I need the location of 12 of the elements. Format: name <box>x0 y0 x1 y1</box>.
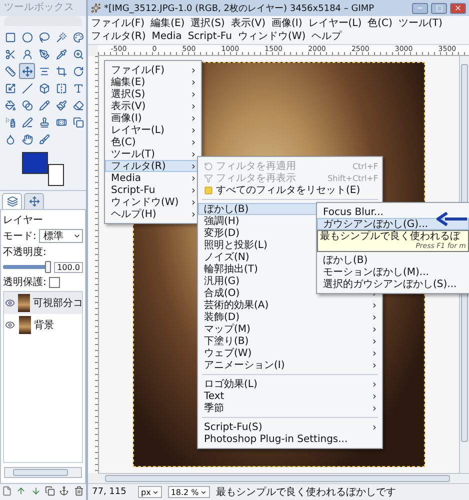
opacity-value: 100.0 <box>54 262 83 272</box>
layer-name: 可視部分コ <box>33 296 83 310</box>
panel-title: ツールボックス <box>0 0 86 16</box>
status-message: 最もシンプルで良く使われるぼかしです <box>216 486 396 499</box>
lock-label: 透明保護: <box>3 276 46 289</box>
panel-heading: レイヤー <box>3 214 44 227</box>
window-title: *[IMG_3512.JPG-1.0 (RGB, 2枚のレイヤー) 3456x5184 – GIMP <box>104 2 376 14</box>
tooltip-text: 最もシンプルで良く使われるぼ <box>320 231 462 242</box>
layer-name: 背景 <box>34 318 54 332</box>
mode-label: モード: <box>3 230 36 243</box>
pointer-coordinates: 77, 115 <box>92 487 128 497</box>
opacity-label: 不透明度: <box>3 246 48 259</box>
